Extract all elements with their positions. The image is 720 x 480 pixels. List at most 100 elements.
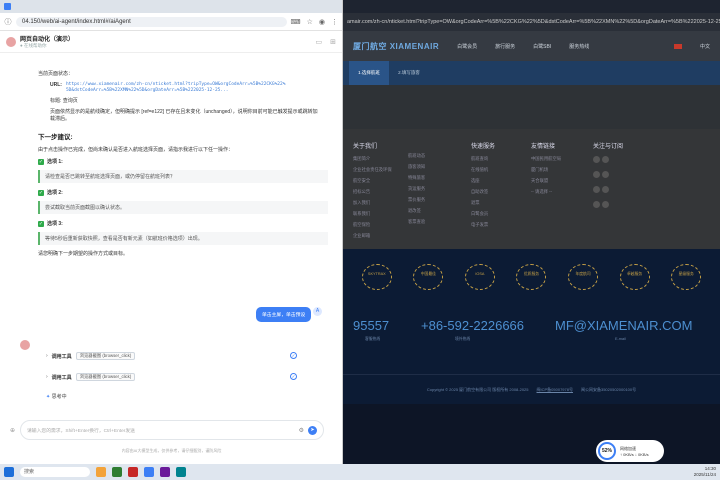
send-button[interactable]: ➤ xyxy=(308,425,317,435)
weibo-icon[interactable] xyxy=(593,156,600,163)
tool-call-row[interactable]: › 调用工具 浏览器截图 (browser_click) xyxy=(46,373,136,381)
footer-link[interactable]: 旅客须知 xyxy=(408,164,425,170)
excel-icon[interactable] xyxy=(112,467,122,477)
footer-link[interactable]: 选座 xyxy=(471,178,495,184)
taskbar: 搜索 14:30 2025/11/24 xyxy=(0,464,720,480)
url-link[interactable]: https://www.xiamenair.com/zh-cn/nticket.… xyxy=(66,82,286,94)
footer-link[interactable]: 天合联盟 xyxy=(531,178,561,184)
footer-link[interactable]: 集团简介 xyxy=(353,156,392,162)
footer-link[interactable]: 航班动态 xyxy=(408,153,425,159)
star-icon[interactable]: ☆ xyxy=(307,18,313,26)
wps-icon[interactable] xyxy=(128,467,138,477)
footer-link[interactable]: 企业社会责任及环保 xyxy=(353,167,392,173)
rss-icon[interactable] xyxy=(593,201,600,208)
current-page-label: 当前页面状态： xyxy=(38,71,74,77)
footer-link[interactable]: 厦门机场 xyxy=(531,167,561,173)
language-selector[interactable]: 中文 xyxy=(700,43,710,50)
check-circle-icon: ✓ xyxy=(290,373,297,380)
footer-link[interactable]: 中国民用航空局 xyxy=(531,156,561,162)
toutiao-icon[interactable] xyxy=(602,186,609,193)
step-item: 2.填写旅客 xyxy=(398,70,420,75)
next-step-heading: 下一步建议: xyxy=(38,134,73,141)
footer-link[interactable]: 航班查询 xyxy=(471,156,495,162)
app-icon[interactable] xyxy=(593,171,600,178)
chevron-right-icon: › xyxy=(46,353,48,359)
site-logo[interactable]: 厦门航空 XIAMENAIR xyxy=(353,41,439,52)
douyin-icon[interactable] xyxy=(593,186,600,193)
disclaimer: 内容由AI大模型生成，仅供参考，请仔细甄别，谨防风险 xyxy=(121,448,222,453)
nav-item[interactable]: 白鹭会员 xyxy=(457,43,477,50)
loading-area xyxy=(343,85,720,129)
network-speed-widget[interactable]: 52% 网络加速 ↑ 0KB/s ↓ 0KB/s xyxy=(596,440,664,462)
left-browser-actions: ⌨ ☆ ◉ ⋮ xyxy=(291,18,339,26)
history-icon[interactable]: ▭ xyxy=(316,38,323,46)
footer-link[interactable]: 电子发票 xyxy=(471,222,495,228)
clock[interactable]: 14:30 2025/11/24 xyxy=(694,466,716,478)
mail-icon[interactable] xyxy=(602,201,609,208)
wechat-icon[interactable] xyxy=(602,156,609,163)
friend-link-select[interactable]: -- 请选择 -- xyxy=(531,189,561,195)
taskbar-search[interactable]: 搜索 xyxy=(20,467,90,477)
translate-icon[interactable]: ⌨ xyxy=(291,18,301,26)
right-url-input[interactable]: amair.com/zh-cn/nticket.html?tripType=OW… xyxy=(343,13,720,31)
footer-link[interactable]: 自助改签 xyxy=(471,189,495,195)
start-icon[interactable] xyxy=(4,467,14,477)
footer-link[interactable]: 退改签 xyxy=(408,208,425,214)
edge-icon[interactable] xyxy=(176,467,186,477)
checkbox-icon: ✓ xyxy=(38,158,44,165)
step-item xyxy=(549,61,589,85)
user-avatar: A xyxy=(313,307,322,316)
chat-input-placeholder[interactable]: 请输入您的需求，Shift+Enter换行，Ctrl+Enter发送 xyxy=(27,427,295,434)
contact-email[interactable]: MF@XIAMENAIR.COM xyxy=(555,318,692,333)
settings-icon[interactable]: ⚙ xyxy=(299,427,304,434)
footer-link[interactable]: 白鹭会员 xyxy=(471,211,495,217)
speed-stats: ↑ 0KB/s ↓ 0KB/s xyxy=(620,451,649,457)
hotline-phone: 95557 xyxy=(353,318,390,333)
footer-link[interactable]: 招标公告 xyxy=(353,189,392,195)
police-link[interactable]: 闽公网安备35020502000100号 xyxy=(581,387,636,393)
menu-icon[interactable]: ⋮ xyxy=(331,18,338,26)
chat-input[interactable]: 请输入您的需求，Shift+Enter换行，Ctrl+Enter发送 ⚙ ➤ xyxy=(20,420,324,440)
footer-col-services: 航班动态 旅客须知 特殊旅客 货运服务 票价服务 退改签 客票查验 xyxy=(408,141,425,230)
info-icon[interactable]: ⓘ xyxy=(4,17,12,27)
footer-link[interactable]: 货运服务 xyxy=(408,186,425,192)
agent-status: ● 在线帮助你 xyxy=(20,43,47,48)
tab-favicon[interactable] xyxy=(4,3,11,10)
page-title-line: 标题: 查询页 xyxy=(50,98,78,104)
award-badge: SKYTRAX xyxy=(361,263,392,290)
footer-link[interactable]: 企业邮箱 xyxy=(353,233,392,239)
right-tab-bar xyxy=(343,0,720,13)
option-quote: 等待5秒后重新获取快照，查看是否有新元素（如航班价格选项）出现。 xyxy=(38,232,328,245)
tool-call-row[interactable]: › 调用工具 浏览器截图 (browser_click) xyxy=(46,352,136,360)
attach-icon[interactable]: ⊕ xyxy=(10,427,15,434)
nav-item[interactable]: 服务热线 xyxy=(569,43,589,50)
footer-link[interactable]: 在线值机 xyxy=(471,167,495,173)
new-chat-icon[interactable]: ⊞ xyxy=(330,38,336,46)
footer-link[interactable]: 航空保险 xyxy=(353,222,392,228)
folder-icon[interactable] xyxy=(96,467,106,477)
profile-icon[interactable]: ◉ xyxy=(319,18,325,26)
footer-link[interactable]: 联系我们 xyxy=(353,211,392,217)
left-url-input[interactable]: 04.150/web/ai-agent/index.html#/aiAgent xyxy=(16,16,287,27)
footer-link[interactable]: 航空安全 xyxy=(353,178,392,184)
tool-label: 调用工具 xyxy=(51,374,72,381)
footer-link[interactable]: 加入我们 xyxy=(353,200,392,206)
footer-col-friends: 友情链接 中国民用航空局 厦门机场 天合联盟 -- 请选择 -- xyxy=(531,141,561,200)
overseas-phone: +86-592-2226666 xyxy=(421,318,525,333)
step-item xyxy=(629,61,669,85)
footer-link[interactable]: 票价服务 xyxy=(408,197,425,203)
app-icon[interactable] xyxy=(160,467,170,477)
step-item xyxy=(509,61,549,85)
qq-icon[interactable] xyxy=(602,171,609,178)
email-label: E-mail xyxy=(615,337,626,341)
chrome-icon[interactable] xyxy=(144,467,154,477)
footer-link[interactable]: 客票查验 xyxy=(408,219,425,225)
agent-name: 网页自动化（演示） xyxy=(20,37,75,43)
nav-item[interactable]: 旅行服务 xyxy=(495,43,515,50)
nav-item[interactable]: 白鹭SBI xyxy=(533,43,551,50)
copyright-bar: Copyright © 2025 厦门航空有限公司 版权所有 2008-2025… xyxy=(343,374,720,404)
icp-link[interactable]: 闽ICP备05007978号 xyxy=(537,387,573,393)
footer-link[interactable]: 特殊旅客 xyxy=(408,175,425,181)
footer-link[interactable]: 退票 xyxy=(471,200,495,206)
footer-col-title: 关于我们 xyxy=(353,144,378,150)
